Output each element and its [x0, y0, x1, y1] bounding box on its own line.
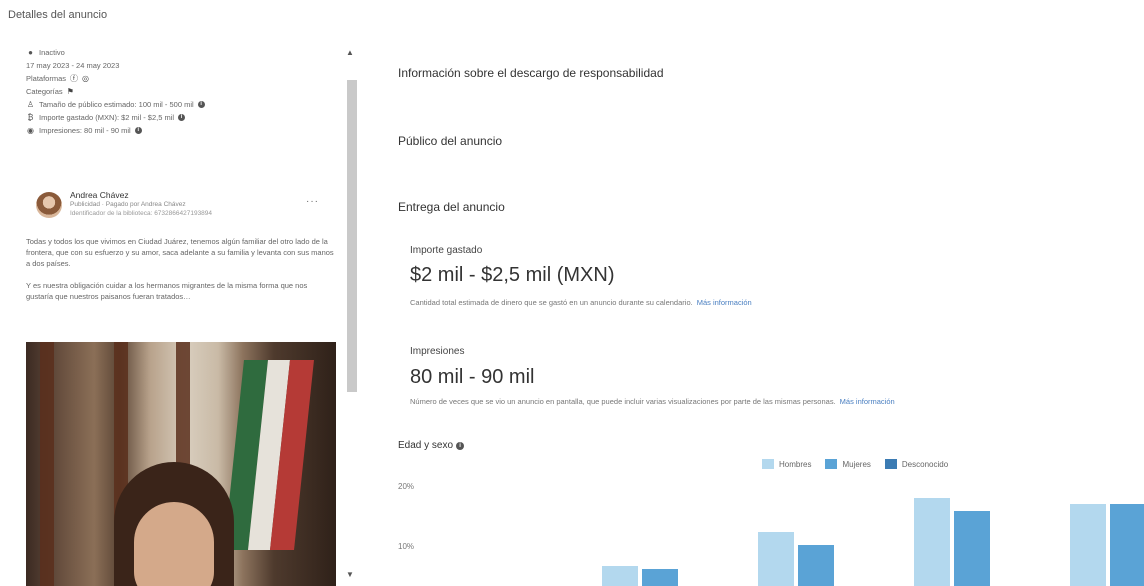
age-gender-title: Edad y sexo i: [398, 440, 465, 451]
spend-row: ₿ Importe gastado (MXN): $2 mil - $2,5 m…: [26, 111, 336, 124]
categories-label: Categorías: [26, 87, 63, 96]
bar-mujeres-3[interactable]: [1110, 504, 1144, 586]
legend-swatch: [884, 459, 897, 469]
spend-more-info-link[interactable]: Más información: [697, 298, 752, 307]
post-paragraph: Todas y todos los que vivimos en Ciudad …: [26, 237, 334, 268]
legend-item-mujeres[interactable]: Mujeres: [825, 459, 871, 469]
ad-preview-panel: ● Inactivo 17 may 2023 - 24 may 2023 Pla…: [26, 44, 336, 586]
bar-mujeres-1[interactable]: [798, 545, 834, 586]
legend-swatch: [825, 459, 838, 469]
impressions-row: ◉ Impresiones: 80 mil - 90 mil i: [26, 124, 336, 137]
eye-icon: ◉: [27, 126, 34, 135]
bar-hombres-2[interactable]: [914, 497, 950, 586]
impressions-text: Impresiones: 80 mil - 90 mil: [39, 126, 131, 135]
impressions-label: Impresiones: [410, 346, 465, 357]
y-tick-label: 20%: [398, 482, 415, 491]
delivery-section-title[interactable]: Entrega del anuncio: [398, 200, 505, 214]
dates-text: 17 may 2023 - 24 may 2023: [26, 61, 120, 70]
legend-label: Mujeres: [842, 459, 871, 469]
audience-text: Tamaño de público estimado: 100 mil - 50…: [39, 100, 194, 109]
legend-item-desconocido[interactable]: Desconocido: [884, 459, 949, 469]
disclaimer-section-title[interactable]: Información sobre el descargo de respons…: [398, 66, 664, 80]
impressions-description: Número de veces que se vio un anuncio en…: [410, 397, 895, 406]
info-icon[interactable]: i: [456, 442, 465, 450]
inactive-status-icon: ●: [28, 48, 33, 57]
bar-hombres-0[interactable]: [602, 565, 638, 586]
page-title: Detalles del anuncio: [8, 9, 108, 21]
post-body: Todas y todos los que vivimos en Ciudad …: [26, 236, 336, 313]
spend-description: Cantidad total estimada de dinero que se…: [410, 298, 752, 307]
age-gender-title-text: Edad y sexo: [398, 440, 454, 451]
post-author[interactable]: Andrea Chávez: [70, 190, 129, 200]
platforms-row: Plataformas ⓕ ◎: [26, 72, 336, 85]
image-pillar: [40, 342, 54, 586]
library-id: Identificador de la biblioteca: 67328664…: [70, 210, 213, 217]
ad-meta-list: ● Inactivo 17 may 2023 - 24 may 2023 Pla…: [26, 46, 336, 137]
info-icon[interactable]: i: [134, 127, 142, 134]
audience-section-title[interactable]: Público del anuncio: [398, 134, 502, 148]
person-face: [134, 502, 214, 586]
avatar[interactable]: [36, 192, 62, 218]
bar-mujeres-2[interactable]: [954, 511, 990, 586]
age-gender-chart: 20% 10%: [398, 478, 1144, 586]
scrollbar[interactable]: ▲ ▼: [344, 44, 358, 586]
info-icon[interactable]: i: [178, 114, 186, 121]
instagram-icon: ◎: [82, 74, 90, 83]
money-icon: ₿: [27, 113, 34, 122]
y-tick-label: 10%: [398, 542, 415, 551]
spend-value: $2 mil - $2,5 mil (MXN): [410, 264, 615, 286]
platforms-label: Plataformas: [26, 74, 67, 83]
impressions-more-info-link[interactable]: Más información: [840, 397, 895, 406]
spend-desc-text: Cantidad total estimada de dinero que se…: [410, 298, 693, 307]
status-row: ● Inactivo: [26, 46, 336, 59]
chart-legend: Hombres Mujeres Desconocido: [762, 459, 948, 469]
facebook-icon: ⓕ: [70, 74, 79, 83]
info-icon[interactable]: i: [197, 101, 205, 108]
spend-label: Importe gastado: [410, 245, 483, 256]
legend-label: Hombres: [779, 459, 812, 469]
bar-hombres-1[interactable]: [758, 531, 794, 586]
bar-hombres-3[interactable]: [1070, 504, 1106, 586]
post-paragraph: Y es nuestra obligación cuidar a los her…: [26, 281, 308, 301]
people-icon: ♙: [26, 100, 35, 109]
spend-text: Importe gastado (MXN): $2 mil - $2,5 mil: [39, 113, 175, 122]
legend-swatch: [762, 459, 774, 469]
impressions-value: 80 mil - 90 mil: [410, 366, 535, 388]
dates-row: 17 may 2023 - 24 may 2023: [26, 59, 336, 72]
category-flag-icon: ⚑: [66, 87, 74, 96]
status-text: Inactivo: [39, 48, 65, 57]
legend-item-hombres[interactable]: Hombres: [762, 459, 811, 469]
scroll-thumb[interactable]: [347, 80, 357, 392]
mexican-flag: [224, 360, 314, 550]
scroll-down-icon[interactable]: ▼: [346, 570, 354, 579]
scroll-up-icon[interactable]: ▲: [346, 48, 354, 57]
categories-row: Categorías ⚑: [26, 85, 336, 98]
bar-mujeres-0[interactable]: [642, 569, 678, 586]
post-image[interactable]: [26, 342, 336, 586]
audience-row: ♙ Tamaño de público estimado: 100 mil - …: [26, 98, 336, 111]
ellipsis-icon[interactable]: ···: [306, 196, 319, 207]
post-sponsor: Publicidad · Pagado por Andrea Chávez: [70, 201, 186, 208]
post-header: Andrea Chávez Publicidad · Pagado por An…: [36, 190, 326, 230]
legend-label: Desconocido: [901, 459, 949, 469]
impressions-desc-text: Número de veces que se vio un anuncio en…: [410, 397, 836, 406]
